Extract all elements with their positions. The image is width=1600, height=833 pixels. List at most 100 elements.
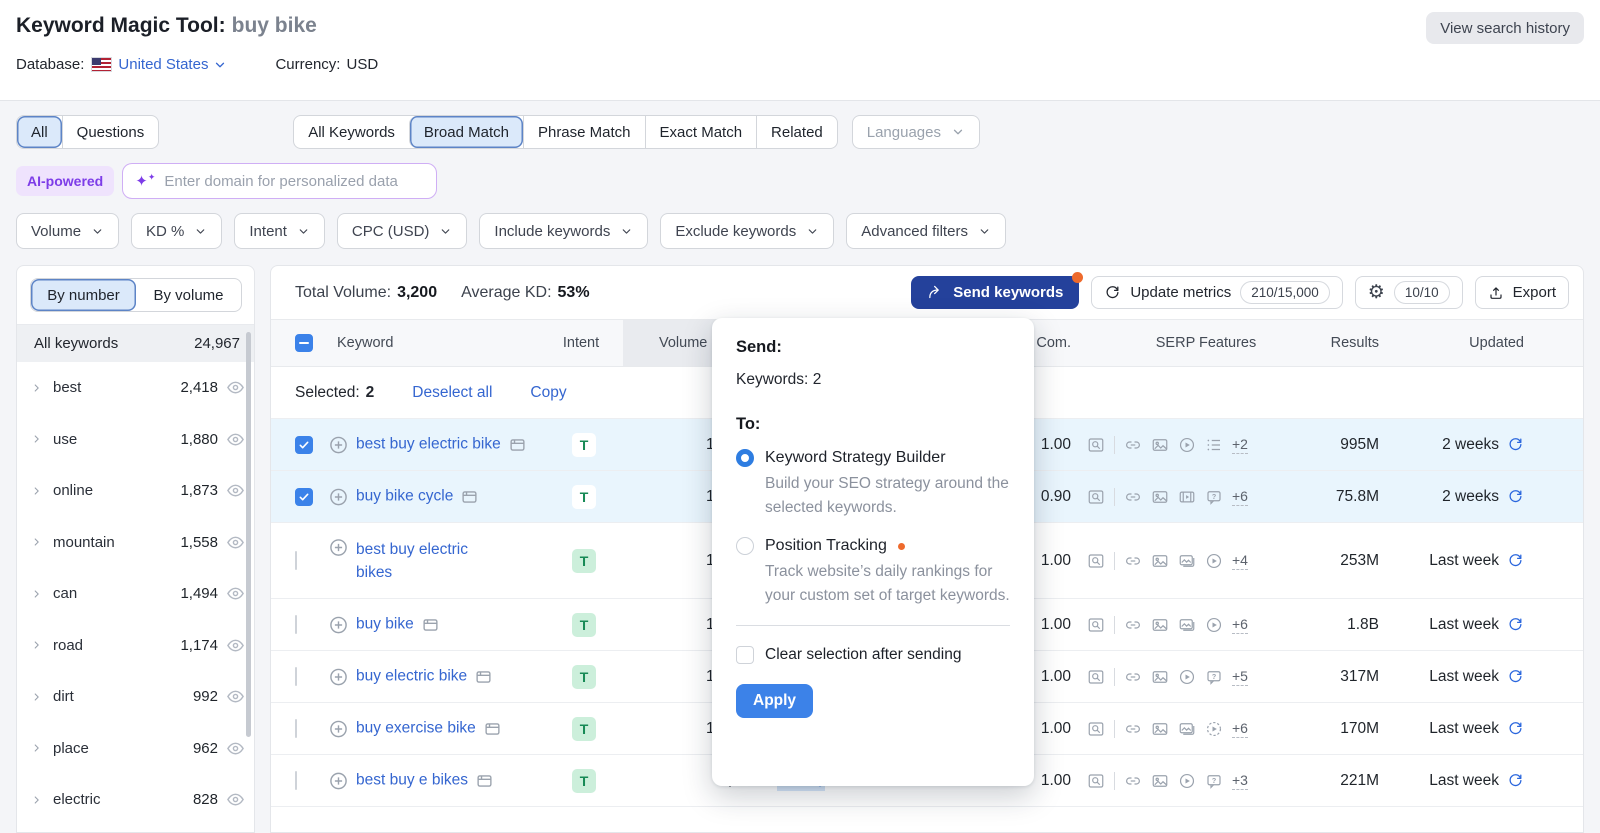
table-settings-button[interactable]: ⚙ 10/10: [1355, 276, 1463, 309]
serp-preview-icon[interactable]: [475, 668, 492, 685]
sidebar-group-road[interactable]: road1,174: [17, 620, 254, 672]
select-all-checkbox[interactable]: [295, 320, 313, 366]
sidebar-group-place[interactable]: place962: [17, 723, 254, 775]
serp-more-count[interactable]: +3: [1232, 772, 1248, 790]
row-checkbox[interactable]: [295, 616, 297, 634]
refresh-icon[interactable]: [1507, 616, 1524, 633]
sort-by-number-tab[interactable]: By number: [31, 279, 136, 311]
column-header-keyword[interactable]: Keyword: [337, 320, 393, 366]
eye-icon[interactable]: [226, 687, 245, 706]
send-keywords-button[interactable]: Send keywords: [911, 276, 1079, 309]
add-keyword-icon[interactable]: [329, 487, 348, 506]
eye-icon[interactable]: [226, 430, 245, 449]
row-checkbox[interactable]: [295, 436, 313, 454]
sidebar-group-can[interactable]: can1,494: [17, 568, 254, 620]
sort-by-volume-tab[interactable]: By volume: [136, 279, 241, 311]
tab-exact-match[interactable]: Exact Match: [645, 116, 757, 148]
filter-include-keywords[interactable]: Include keywords: [479, 213, 648, 249]
keyword-link[interactable]: best buy electric bikes: [356, 538, 488, 584]
eye-icon[interactable]: [226, 378, 245, 397]
filter-cpc[interactable]: CPC (USD): [337, 213, 468, 249]
sidebar-group-use[interactable]: use1,880: [17, 414, 254, 466]
eye-icon[interactable]: [226, 790, 245, 809]
keyword-link[interactable]: buy bike: [356, 616, 414, 634]
refresh-icon[interactable]: [1507, 668, 1524, 685]
keyword-link[interactable]: best buy electric bike: [356, 436, 501, 454]
copy-link[interactable]: Copy: [530, 384, 566, 402]
keyword-link[interactable]: best buy e bikes: [356, 772, 468, 790]
refresh-icon[interactable]: [1507, 488, 1524, 505]
column-header-results[interactable]: Results: [1297, 320, 1379, 366]
sidebar-group-online[interactable]: online1,873: [17, 465, 254, 517]
serp-preview-icon[interactable]: [484, 720, 501, 737]
sidebar-group-mountain[interactable]: mountain1,558: [17, 517, 254, 569]
keyword-link[interactable]: buy bike cycle: [356, 488, 453, 506]
add-keyword-icon[interactable]: [329, 615, 348, 634]
filter-exclude-keywords[interactable]: Exclude keywords: [660, 213, 834, 249]
filter-kd[interactable]: KD %: [131, 213, 222, 249]
column-header-intent[interactable]: Intent: [551, 320, 611, 366]
filter-advanced[interactable]: Advanced filters: [846, 213, 1006, 249]
tab-broad-match[interactable]: Broad Match: [409, 116, 523, 148]
clear-selection-checkbox[interactable]: [736, 646, 754, 664]
row-checkbox[interactable]: [295, 772, 297, 790]
filter-volume[interactable]: Volume: [16, 213, 119, 249]
sidebar-group-electric[interactable]: electric828: [17, 774, 254, 826]
serp-more-count[interactable]: +4: [1232, 552, 1248, 570]
chevron-down-icon[interactable]: [213, 58, 227, 72]
keyword-link[interactable]: buy exercise bike: [356, 720, 476, 738]
row-checkbox[interactable]: [295, 552, 297, 570]
add-keyword-icon[interactable]: [329, 435, 348, 454]
radio-position-tracking[interactable]: Position Tracking: [736, 537, 1010, 555]
row-checkbox[interactable]: [295, 488, 313, 506]
serp-preview-icon[interactable]: [422, 616, 439, 633]
refresh-icon[interactable]: [1507, 720, 1524, 737]
domain-input[interactable]: [164, 173, 424, 190]
view-search-history-button[interactable]: View search history: [1426, 12, 1584, 44]
add-keyword-icon[interactable]: [329, 538, 348, 557]
serp-more-count[interactable]: +5: [1232, 668, 1248, 686]
serp-more-count[interactable]: +6: [1232, 720, 1248, 738]
apply-button[interactable]: Apply: [736, 684, 813, 718]
eye-icon[interactable]: [226, 636, 245, 655]
tab-all[interactable]: All: [17, 116, 62, 148]
refresh-icon[interactable]: [1507, 552, 1524, 569]
radio-selected-icon[interactable]: [736, 449, 754, 467]
add-keyword-icon[interactable]: [329, 771, 348, 790]
tab-questions[interactable]: Questions: [62, 116, 159, 148]
add-keyword-icon[interactable]: [329, 719, 348, 738]
add-keyword-icon[interactable]: [329, 667, 348, 686]
sidebar-scrollbar[interactable]: [246, 332, 251, 737]
tab-phrase-match[interactable]: Phrase Match: [523, 116, 645, 148]
tab-all-keywords[interactable]: All Keywords: [294, 116, 409, 148]
eye-icon[interactable]: [226, 481, 245, 500]
eye-icon[interactable]: [226, 533, 245, 552]
sidebar-group-best[interactable]: best2,418: [17, 362, 254, 414]
refresh-icon[interactable]: [1507, 436, 1524, 453]
refresh-icon[interactable]: [1507, 772, 1524, 789]
languages-dropdown[interactable]: Languages: [852, 115, 980, 149]
sidebar-group-dirt[interactable]: dirt992: [17, 671, 254, 723]
serp-more-count[interactable]: +2: [1232, 436, 1248, 454]
radio-keyword-strategy-builder[interactable]: Keyword Strategy Builder: [736, 449, 1010, 467]
clear-selection-checkbox-row[interactable]: Clear selection after sending: [736, 646, 1010, 664]
serp-preview-icon[interactable]: [509, 436, 526, 453]
eye-icon[interactable]: [226, 584, 245, 603]
serp-more-count[interactable]: +6: [1232, 488, 1248, 506]
serp-preview-icon[interactable]: [461, 488, 478, 505]
row-checkbox[interactable]: [295, 668, 297, 686]
column-header-updated[interactable]: Updated: [1411, 320, 1524, 366]
deselect-all-link[interactable]: Deselect all: [412, 384, 492, 402]
all-keywords-row[interactable]: All keywords 24,967: [17, 324, 254, 362]
keyword-link[interactable]: buy electric bike: [356, 668, 467, 686]
update-metrics-button[interactable]: Update metrics 210/15,000: [1091, 276, 1342, 309]
radio-unselected-icon[interactable]: [736, 537, 754, 555]
serp-preview-icon[interactable]: [476, 772, 493, 789]
column-header-serp-features[interactable]: SERP Features: [1121, 320, 1291, 366]
eye-icon[interactable]: [226, 739, 245, 758]
filter-intent[interactable]: Intent: [234, 213, 325, 249]
row-checkbox[interactable]: [295, 720, 297, 738]
tab-related[interactable]: Related: [756, 116, 837, 148]
export-button[interactable]: Export: [1475, 276, 1569, 309]
serp-more-count[interactable]: +6: [1232, 616, 1248, 634]
